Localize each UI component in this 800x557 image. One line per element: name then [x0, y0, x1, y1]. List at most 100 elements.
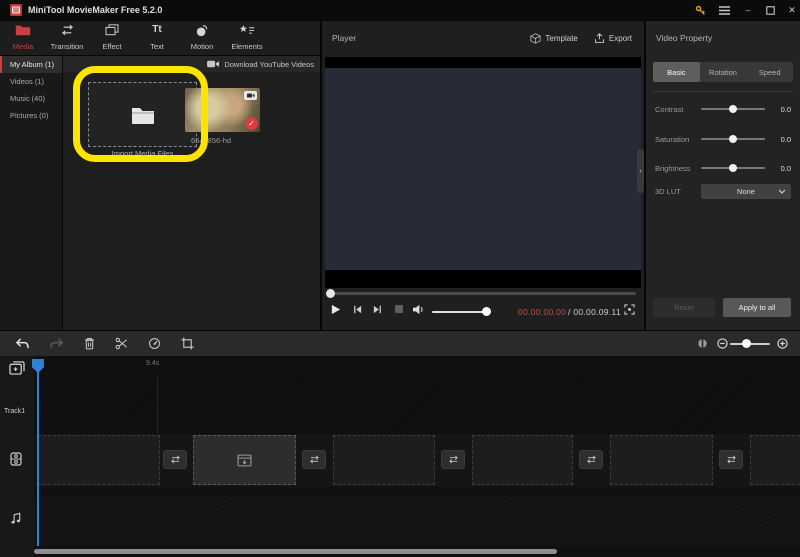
export-label: Export [609, 34, 632, 43]
music-track-icon [10, 512, 22, 525]
transition-slot-icon[interactable] [302, 450, 326, 469]
template-label: Template [545, 34, 577, 43]
divider [653, 91, 793, 92]
fullscreen-button[interactable] [624, 304, 635, 315]
timeline-zoom-knob[interactable] [742, 339, 751, 348]
chevron-down-icon [778, 189, 786, 194]
volume-icon[interactable] [412, 304, 425, 315]
timeline-toolbar [0, 331, 800, 356]
transition-slot-icon[interactable] [163, 450, 187, 469]
brightness-knob[interactable] [729, 164, 737, 172]
ruler-label-9-4s: 9.4s [146, 360, 159, 367]
lut-dropdown[interactable]: None [701, 184, 791, 199]
close-button[interactable]: ✕ [784, 3, 800, 17]
clip-segment[interactable] [333, 435, 435, 485]
tab-media-label: Media [13, 42, 33, 51]
license-key-icon[interactable] [692, 3, 708, 17]
media-folder-icon [15, 24, 31, 36]
contrast-value: 0.0 [773, 105, 791, 114]
contrast-label: Contrast [655, 105, 701, 114]
tab-elements[interactable]: Elements [227, 24, 267, 53]
tab-media[interactable]: Media [6, 24, 40, 53]
sidebar-item-music[interactable]: Music (40) [0, 90, 62, 107]
motion-ball-icon [195, 24, 209, 37]
media-panel: Download YouTube Videos Import Media Fil… [63, 56, 320, 330]
play-button[interactable] [330, 304, 341, 315]
transition-slot-icon[interactable] [441, 450, 465, 469]
clip-segment-selected[interactable] [193, 435, 296, 485]
clip-segment[interactable] [472, 435, 573, 485]
playhead-line[interactable] [37, 364, 39, 546]
contrast-knob[interactable] [729, 105, 737, 113]
transition-slot-icon[interactable] [719, 450, 743, 469]
import-media-dropzone[interactable] [88, 82, 197, 147]
transition-slot-icon[interactable] [579, 450, 603, 469]
selected-check-icon: ✓ [245, 117, 258, 130]
tab-motion[interactable]: Motion [185, 24, 219, 53]
delete-button[interactable] [81, 336, 97, 351]
saturation-value: 0.0 [773, 135, 791, 144]
fit-timeline-icon[interactable] [694, 336, 710, 351]
volume-knob[interactable] [482, 307, 491, 316]
template-button[interactable]: Template [530, 33, 577, 44]
audio-track[interactable] [34, 496, 800, 546]
redo-button[interactable] [48, 336, 64, 351]
tab-speed[interactable]: Speed [746, 62, 793, 82]
contrast-slider[interactable] [701, 108, 765, 110]
download-youtube-videos-link[interactable]: Download YouTube Videos [224, 60, 314, 69]
clip-seam [157, 377, 158, 433]
split-scissors-button[interactable] [113, 336, 129, 351]
speed-button[interactable] [146, 336, 162, 351]
lut-row: 3D LUT None [646, 181, 800, 201]
tab-basic[interactable]: Basic [653, 62, 700, 82]
tab-effect[interactable]: Effect [95, 24, 129, 53]
media-thumbnail[interactable]: ✓ [185, 88, 260, 132]
brightness-value: 0.0 [773, 164, 791, 173]
stop-button[interactable] [394, 304, 404, 314]
video-property-title: Video Property [656, 33, 712, 43]
track1-band[interactable] [34, 377, 800, 433]
tab-transition[interactable]: Transition [47, 24, 87, 53]
zoom-in-button[interactable] [774, 336, 790, 351]
text-tt-icon: Tt [152, 24, 161, 36]
seek-bar[interactable] [328, 292, 636, 295]
menu-icon[interactable] [716, 3, 732, 17]
saturation-slider[interactable] [701, 138, 765, 140]
sidebar-item-pictures[interactable]: Pictures (0) [0, 107, 62, 124]
video-preview-stage [325, 57, 641, 288]
timeline-track-headers: Track1 [0, 356, 34, 557]
timeline-scrollbar[interactable] [34, 549, 557, 554]
panel-collapse-handle[interactable]: › [637, 149, 644, 193]
time-current: 00.00.00.00 [518, 307, 566, 317]
sidebar-item-videos[interactable]: Videos (1) [0, 73, 62, 90]
video-track-icon [10, 452, 22, 466]
zoom-out-button[interactable] [714, 336, 730, 351]
media-library-tabbar: Media Transition Effect Tt Text Motion E… [0, 21, 320, 55]
window-title: MiniTool MovieMaker Free 5.2.0 [28, 5, 162, 15]
export-button[interactable]: Export [594, 33, 632, 44]
media-panel-header: Download YouTube Videos [63, 56, 320, 72]
minimize-button[interactable]: – [740, 3, 756, 17]
reset-button[interactable]: Reset [653, 298, 715, 317]
sidebar-item-my-album[interactable]: My Album (1) [0, 56, 62, 73]
undo-button[interactable] [14, 336, 30, 351]
tab-rotation[interactable]: Rotation [700, 62, 747, 82]
player-panel: Player Template Export › [322, 21, 644, 330]
brightness-slider[interactable] [701, 167, 765, 169]
clip-segment[interactable] [610, 435, 713, 485]
seek-knob[interactable] [326, 289, 335, 298]
clip-segment[interactable] [38, 435, 160, 485]
maximize-button[interactable] [762, 3, 778, 17]
import-media-label: Import Media Files [88, 149, 197, 158]
import-folder-icon [131, 106, 155, 124]
saturation-row: Saturation 0.0 [646, 129, 800, 149]
tab-motion-label: Motion [191, 42, 214, 51]
crop-button[interactable] [179, 336, 195, 351]
add-track-icon[interactable] [9, 361, 25, 375]
tab-text[interactable]: Tt Text [140, 24, 174, 53]
previous-frame-button[interactable] [352, 304, 363, 315]
apply-to-all-button[interactable]: Apply to all [723, 298, 791, 317]
clip-segment[interactable] [750, 435, 800, 485]
next-frame-button[interactable] [372, 304, 383, 315]
saturation-knob[interactable] [729, 135, 737, 143]
